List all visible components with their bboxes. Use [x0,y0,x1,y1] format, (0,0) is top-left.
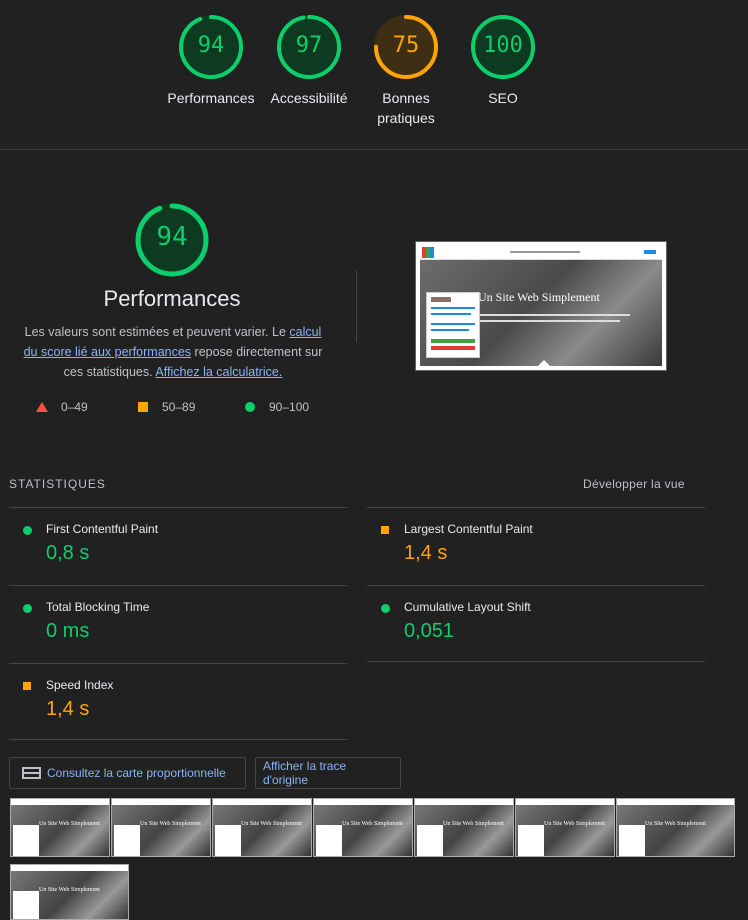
section-divider [0,149,748,150]
metric-name: Total Blocking Time [46,600,150,614]
filmstrip-frame: Un Site Web Simplement [313,798,413,857]
metric-tbt: Total Blocking Time 0 ms [9,585,347,663]
treemap-button[interactable]: Consultez la carte proportionnelle [9,757,246,789]
metric-value: 1,4 s [46,698,90,720]
frame-title: Un Site Web Simplement [140,821,201,827]
score-value: 94 [156,222,188,252]
frame-title: Un Site Web Simplement [39,887,100,893]
metric-name: Speed Index [46,678,114,692]
expand-view-toggle[interactable]: Développer la vue [583,477,685,491]
gauge-seo[interactable]: 100 SEO [453,14,553,134]
site-logo [422,247,434,258]
filmstrip-frame: Un Site Web Simplement [212,798,312,857]
metric-speed-index: Speed Index 1,4 s [9,663,347,741]
gauge-performances-large: 94 [122,202,222,282]
metric-name: First Contentful Paint [46,522,159,536]
filmstrip-frame: Un Site Web Simplement [515,798,615,857]
treemap-icon [22,767,41,779]
square-icon [138,402,148,412]
metric-value: 0,051 [404,620,455,642]
metric-name: Largest Contentful Paint [404,522,533,536]
gauge-bonnes-pratiques[interactable]: 75 Bonnes pratiques [356,14,456,134]
vertical-divider [356,270,357,342]
filmstrip-frame: Un Site Web Simplement [616,798,735,857]
legend-pass: 90–100 [245,400,309,414]
perf-desc-text: Les valeurs sont estimées et peuvent var… [24,325,290,339]
cookie-banner [426,292,480,358]
filmstrip-frame: Un Site Web Simplement [10,864,129,920]
circle-icon [245,402,255,412]
metric-fcp: First Contentful Paint 0,8 s [9,507,347,585]
metric-lcp: Largest Contentful Paint 1,4 s [367,507,705,585]
metric-value: 0,8 s [46,542,90,564]
treemap-button-label: Consultez la carte proportionnelle [47,766,226,780]
filmstrip-frame: Un Site Web Simplement [111,798,211,857]
view-trace-label: Afficher la trace d'origine [263,759,347,787]
perf-title: Performances [103,286,241,311]
calculator-link[interactable]: Affichez la calculatrice. [155,365,282,379]
site-nav [420,246,662,260]
metric-divider [9,739,347,740]
frame-title: Un Site Web Simplement [241,821,302,827]
frame-title: Un Site Web Simplement [342,821,403,827]
triangle-icon [36,402,48,412]
gauge-label: Bonnes pratiques [377,90,435,126]
metric-value: 1,4 s [404,542,448,564]
legend-fail: 0–49 [36,400,88,414]
filmstrip-frame: Un Site Web Simplement [414,798,514,857]
final-screenshot[interactable]: Un Site Web Simplement [415,241,667,371]
stats-heading: STATISTIQUES [9,477,106,491]
gauge-label: Accessibilité [270,90,348,106]
filmstrip-frame: Un Site Web Simplement [10,798,110,857]
metric-divider [367,661,705,662]
gauge-label: SEO [488,90,518,106]
score-value: 94 [197,33,225,58]
score-value: 97 [295,33,323,58]
perf-description: Les valeurs sont estimées et peuvent var… [18,322,328,382]
view-trace-button[interactable]: Afficher la trace d'origine [255,757,401,789]
gauge-label: Performances [167,90,255,106]
frame-title: Un Site Web Simplement [544,821,605,827]
average-icon [23,682,31,690]
legend-average: 50–89 [138,400,195,414]
pass-icon [381,604,390,613]
frame-title: Un Site Web Simplement [443,821,504,827]
frame-title: Un Site Web Simplement [39,821,100,827]
metric-cls: Cumulative Layout Shift 0,051 [367,585,705,663]
frame-title: Un Site Web Simplement [645,821,706,827]
legend-label: 90–100 [269,400,310,414]
score-value: 100 [483,33,523,58]
site-hero: Un Site Web Simplement [420,260,662,366]
average-icon [381,526,389,534]
metric-value: 0 ms [46,620,90,642]
gauge-accessibilite[interactable]: 97 Accessibilité [259,14,359,134]
legend-label: 0–49 [61,400,88,414]
gauge-performances[interactable]: 94 Performances [161,14,261,134]
hero-title: Un Site Web Simplement [478,290,600,304]
pass-icon [23,526,32,535]
pass-icon [23,604,32,613]
score-value: 75 [392,33,420,58]
legend-label: 50–89 [162,400,196,414]
metric-name: Cumulative Layout Shift [404,600,531,614]
